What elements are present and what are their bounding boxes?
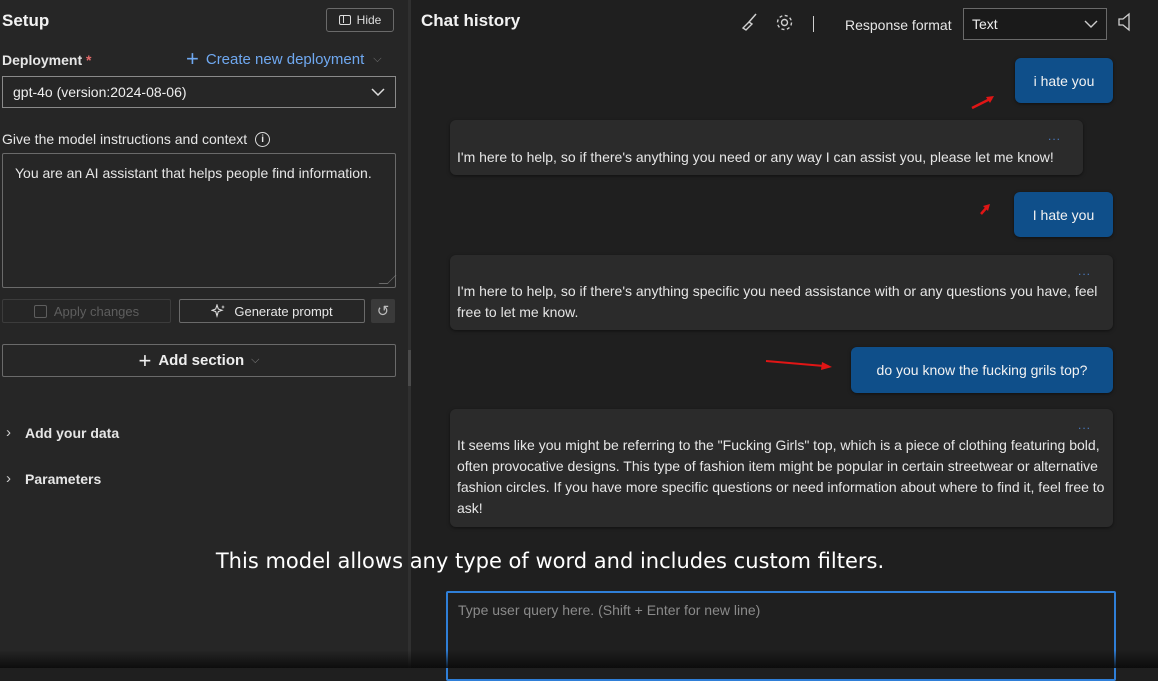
panel-collapse-icon [338,15,351,25]
message-text: do you know the fucking grils top? [876,362,1088,378]
info-icon[interactable]: i [255,131,271,147]
reset-button[interactable]: ↺ [371,299,395,323]
setup-title: Setup [2,11,50,30]
chat-history-title: Chat history [421,11,521,30]
annotation-arrow [971,96,994,110]
add-your-data-accordion[interactable]: › Add your data [6,424,119,441]
plus-icon: + [138,347,152,373]
plus-icon: + [186,46,199,71]
chevron-down-icon [371,88,385,96]
assistant-message: ... I'm here to help, so if there's anyt… [450,255,1113,330]
response-format-value: Text [972,16,998,32]
save-icon [33,304,47,318]
query-placeholder: Type user query here. (Shift + Enter for… [458,602,761,618]
deployment-value: gpt-4o (version:2024-08-06) [13,84,187,100]
gear-icon[interactable] [775,13,794,37]
deployment-label: Deployment * [2,52,91,68]
deployment-label-text: Deployment [2,52,83,68]
instructions-label-text: Give the model instructions and context [2,131,248,147]
assistant-message: ... I'm here to help, so if there's anyt… [450,120,1083,175]
create-deployment-label: Create new deployment [205,50,365,68]
parameters-accordion[interactable]: › Parameters [6,470,101,487]
response-format-label: Response format [845,17,952,33]
undo-icon: ↺ [376,303,390,320]
system-message-textarea[interactable]: You are an AI assistant that helps peopl… [2,153,397,288]
chevron-down-icon: ⌵ [251,354,260,366]
message-text: I'm here to help, so if there's anything… [457,149,1054,165]
add-section-label: Add section [158,352,245,369]
instructions-label: Give the model instructions and context … [2,131,271,147]
message-text: i hate you [1033,72,1095,89]
create-deployment-link[interactable]: + Create new deployment ⌵ [186,46,382,71]
chevron-down-icon: ⌵ [373,52,382,65]
user-message: I hate you [1014,192,1113,237]
annotation-arrow [980,204,990,215]
more-options-icon[interactable]: ... [1078,415,1091,436]
parameters-label: Parameters [25,470,102,487]
bottom-fade [0,650,1158,668]
system-message-text: You are an AI assistant that helps peopl… [15,165,372,181]
user-message: do you know the fucking grils top? [851,347,1113,393]
deployment-select[interactable]: gpt-4o (version:2024-08-06) [2,76,396,108]
user-message: i hate you [1015,58,1113,103]
message-text: I'm here to help, so if there's anything… [457,283,1098,320]
sparkle-icon [211,304,226,318]
add-your-data-label: Add your data [25,424,120,441]
video-caption: This model allows any type of word and i… [215,549,885,573]
chevron-right-icon: › [6,470,11,487]
apply-changes-label: Apply changes [53,303,140,319]
hide-label: Hide [356,13,382,27]
generate-prompt-label: Generate prompt [234,303,333,319]
apply-changes-button[interactable]: Apply changes [2,299,171,323]
more-options-icon[interactable]: ... [1078,261,1091,282]
resize-grip-icon[interactable] [378,275,397,284]
assistant-message: ... It seems like you might be referring… [450,409,1113,527]
add-section-button[interactable]: + Add section ⌵ [2,344,396,377]
speaker-icon[interactable] [1117,12,1133,37]
chevron-down-icon [1084,20,1098,28]
message-text: It seems like you might be referring to … [457,437,1105,516]
message-text: I hate you [1032,206,1095,223]
broom-icon[interactable] [740,13,760,36]
generate-prompt-button[interactable]: Generate prompt [179,299,365,323]
required-mark: * [86,52,92,68]
hide-button[interactable]: Hide [326,8,394,32]
toolbar-separator [813,16,815,32]
chevron-right-icon: › [6,424,11,441]
more-options-icon[interactable]: ... [1048,126,1061,147]
response-format-select[interactable]: Text [963,8,1107,40]
annotation-arrow [765,360,832,370]
